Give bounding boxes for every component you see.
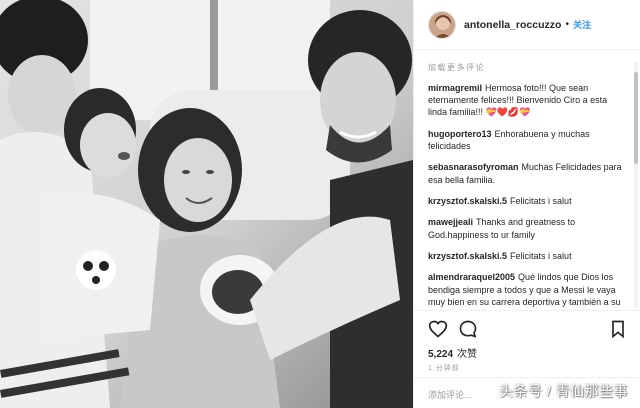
post-timestamp[interactable]: 1 分钟前 (428, 363, 460, 373)
comment-username[interactable]: almendraraquel2005 (428, 272, 515, 282)
post-header: antonella_roccuzzo • 关注 (414, 0, 640, 50)
comment-username[interactable]: mirmagremil (428, 83, 482, 93)
comment-text: Felicitats i salut (510, 250, 572, 261)
comment-username[interactable]: krzysztof.skalski.5 (428, 196, 507, 206)
follow-button[interactable]: 关注 (573, 18, 591, 31)
post-photo[interactable] (0, 0, 413, 408)
comment-item: hugoportero13 Enhorabuena y muchas felici… (428, 128, 626, 152)
comment-item: krzysztof.skalski.5 Felicitats i salut (428, 250, 626, 262)
comment-text: Felicitats i salut (510, 195, 572, 206)
avatar-image (429, 11, 455, 38)
heart-icon[interactable] (428, 319, 448, 339)
post-side-panel: antonella_roccuzzo • 关注 加载更多评论 mirmagrem… (413, 0, 640, 408)
likes-label: 次赞 (457, 349, 478, 360)
instagram-post: antonella_roccuzzo • 关注 加载更多评论 mirmagrem… (0, 0, 640, 408)
comment-item: mirmagremil Hermosa foto!!! Que sean eter… (428, 82, 626, 119)
comment-item: almendraraquel2005 Qué lindos que Dios lo… (428, 271, 626, 308)
comment-username[interactable]: krzysztof.skalski.5 (428, 251, 507, 261)
bookmark-icon[interactable] (608, 319, 628, 339)
comments-list[interactable]: 加载更多评论 mirmagremil Hermosa foto!!! Que se… (414, 56, 632, 308)
comment-item: sebasnarasofyroman Muchas Felicidades par… (428, 161, 626, 185)
comment-item: mawejjeali Thanks and greatness to God.ha… (428, 216, 626, 240)
action-icons-row (426, 319, 633, 341)
username-link[interactable]: antonella_roccuzzo (464, 19, 561, 31)
likes-count[interactable]: 5,224 次赞 (428, 345, 477, 360)
comment-bubble-icon[interactable] (458, 319, 478, 339)
comments-scrollbar[interactable] (634, 62, 638, 308)
likes-number: 5,224 (428, 349, 454, 360)
watermark-text: 头条号 / 青仙那些事 (498, 383, 628, 399)
comment-username[interactable]: hugoportero13 (428, 129, 492, 139)
scrollbar-thumb[interactable] (634, 72, 638, 164)
family-photo-illustration (0, 0, 413, 408)
comment-container: mirmagremil Hermosa foto!!! Que sean eter… (428, 82, 626, 308)
avatar[interactable] (428, 10, 456, 39)
comment-username[interactable]: sebasnarasofyroman (428, 162, 519, 172)
comment-username[interactable]: mawejjeali (428, 217, 473, 227)
separator-dot: • (565, 19, 569, 30)
load-more-comments-link[interactable]: 加载更多评论 (428, 62, 626, 73)
comment-item: krzysztof.skalski.5 Felicitats i salut (428, 195, 626, 207)
